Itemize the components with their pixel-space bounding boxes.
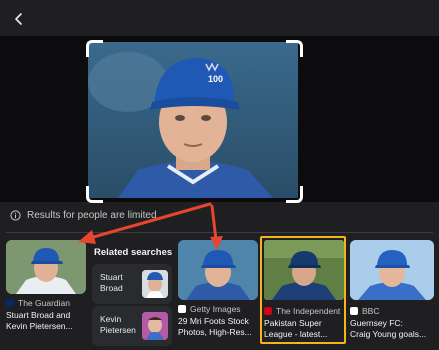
highlight-box bbox=[260, 236, 346, 344]
result-caption-line1: 29 Mri Foots Stock bbox=[178, 316, 249, 326]
query-image: 100 bbox=[88, 42, 298, 198]
result-thumbnail bbox=[350, 240, 434, 300]
result-caption-line2: Kevin Pietersen... bbox=[6, 321, 73, 331]
related-searches-title: Related searches bbox=[94, 247, 173, 258]
result-caption-line1: Guernsey FC: bbox=[350, 318, 403, 328]
guardian-logo-icon bbox=[6, 299, 14, 307]
crop-handle-bottom-left[interactable] bbox=[86, 186, 103, 203]
result-card-bbc[interactable]: BBC Guernsey FC: Craig Young goals... bbox=[350, 240, 434, 340]
chip-thumbnail bbox=[142, 270, 168, 298]
crop-handle-top-right[interactable] bbox=[286, 40, 303, 57]
result-source: BBC bbox=[350, 306, 379, 316]
result-card-getty[interactable]: Getty Images 29 Mri Foots Stock Photos, … bbox=[178, 240, 258, 340]
svg-text:100: 100 bbox=[208, 74, 223, 84]
info-icon bbox=[10, 209, 21, 221]
chip-thumbnail bbox=[142, 312, 168, 340]
result-thumbnail bbox=[6, 240, 86, 294]
chip-label-line1: Kevin bbox=[100, 314, 122, 324]
bbc-logo-icon bbox=[350, 307, 358, 315]
arrow-left-icon bbox=[15, 13, 22, 25]
arrow-to-getty bbox=[210, 204, 218, 242]
result-caption-line2: Photos, High-Res... bbox=[178, 327, 252, 337]
related-search-stuart-broad[interactable]: Stuart Broad bbox=[92, 264, 172, 304]
getty-logo-icon bbox=[178, 305, 186, 313]
back-button[interactable] bbox=[8, 8, 30, 30]
crop-handle-bottom-right[interactable] bbox=[286, 186, 303, 203]
result-source: The Guardian bbox=[6, 298, 70, 308]
related-search-kevin-pietersen[interactable]: Kevin Pietersen bbox=[92, 306, 172, 346]
chip-label-line1: Stuart bbox=[100, 272, 123, 282]
divider bbox=[6, 232, 433, 233]
crop-handle-top-left[interactable] bbox=[86, 40, 103, 57]
chip-label-line2: Broad bbox=[100, 283, 123, 293]
result-thumbnail bbox=[178, 240, 258, 300]
people-results-notice: Results for people are limited bbox=[10, 206, 157, 224]
result-card-guardian[interactable]: The Guardian Stuart Broad and Kevin Piet… bbox=[6, 240, 86, 340]
result-caption-line1: Stuart Broad and bbox=[6, 310, 71, 320]
chip-label-line2: Pietersen bbox=[100, 325, 136, 335]
image-stage: 100 bbox=[0, 36, 439, 202]
notice-text: Results for people are limited bbox=[27, 209, 157, 221]
result-source: Getty Images bbox=[178, 304, 241, 314]
result-caption-line2: Craig Young goals... bbox=[350, 329, 427, 339]
top-bar bbox=[0, 0, 439, 36]
